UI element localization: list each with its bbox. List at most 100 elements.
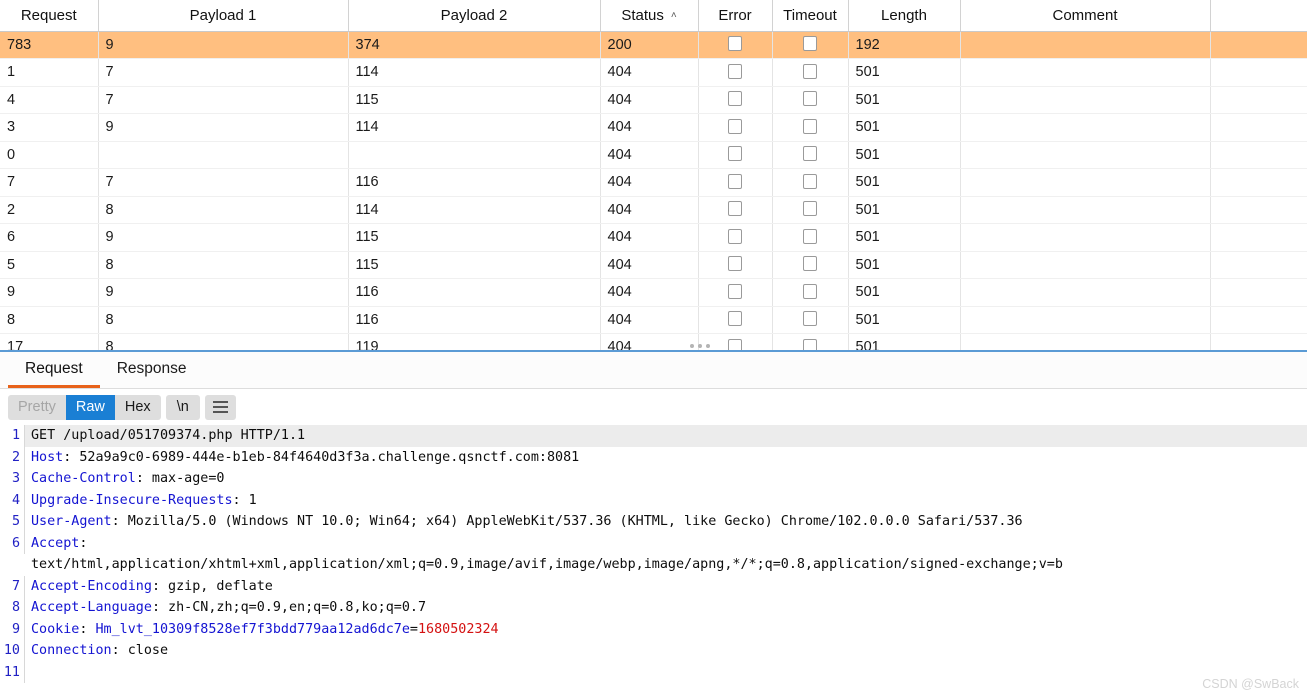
table-row[interactable]: 783 9 374 200 192	[0, 31, 1307, 59]
error-checkbox[interactable]	[728, 36, 742, 52]
timeout-checkbox[interactable]	[803, 338, 817, 350]
cell-payload2: 115	[348, 223, 601, 252]
request-line-text[interactable]: text/html,application/xhtml+xml,applicat…	[25, 554, 1307, 576]
cell-length: 501	[848, 113, 961, 142]
table-row[interactable]: 3 9 114 404 501	[0, 113, 1307, 142]
error-checkbox[interactable]	[728, 201, 742, 217]
timeout-checkbox[interactable]	[803, 146, 817, 162]
cell-error	[698, 251, 773, 279]
column-header-comment[interactable]: Comment	[960, 0, 1211, 32]
cell-comment	[960, 251, 1211, 279]
timeout-checkbox[interactable]	[803, 256, 817, 272]
table-row[interactable]: 9 9 116 404 501	[0, 278, 1307, 307]
column-header-payload-1[interactable]: Payload 1	[98, 0, 349, 32]
cell-payload1: 9	[98, 223, 349, 252]
column-header-length[interactable]: Length	[848, 0, 961, 32]
request-line-text[interactable]: Accept:	[25, 533, 1307, 555]
request-line-text[interactable]: Accept-Language: zh-CN,zh;q=0.9,en;q=0.8…	[25, 597, 1307, 619]
newline-toggle-button[interactable]: \n	[165, 394, 200, 420]
error-checkbox[interactable]	[728, 256, 742, 272]
cell-spacer	[1210, 58, 1307, 87]
menu-bar-line	[212, 406, 228, 408]
table-row[interactable]: 5 8 115 404 501	[0, 251, 1307, 279]
request-line: 7 Accept-Encoding: gzip, deflate	[0, 575, 1307, 598]
column-header-error[interactable]: Error	[698, 0, 773, 32]
error-checkbox[interactable]	[728, 146, 742, 162]
cell-comment	[960, 168, 1211, 197]
cell-spacer	[1210, 141, 1307, 169]
pane-splitter-handle[interactable]	[690, 344, 710, 348]
tab-response[interactable]: Response	[100, 352, 204, 388]
request-line-text[interactable]: Upgrade-Insecure-Requests: 1	[25, 490, 1307, 512]
error-checkbox[interactable]	[728, 118, 742, 134]
cell-status: 404	[600, 251, 699, 279]
code-segment-header: Connection	[31, 643, 112, 658]
attack-results-pane: Request Payload 1 Payload 2 Status ˄ Error Tim…	[0, 0, 1307, 352]
request-line-text[interactable]: GET /upload/051709374.php HTTP/1.1	[25, 425, 1307, 447]
tab-request[interactable]: Request	[8, 352, 100, 388]
error-checkbox[interactable]	[728, 311, 742, 327]
results-header-row: Request Payload 1 Payload 2 Status ˄ Error Tim…	[0, 0, 1307, 32]
table-row[interactable]: 8 8 116 404 501	[0, 306, 1307, 334]
request-line-text[interactable]: Accept-Encoding: gzip, deflate	[25, 576, 1307, 598]
error-checkbox[interactable]	[728, 91, 742, 107]
cell-status: 404	[600, 113, 699, 142]
timeout-checkbox[interactable]	[803, 173, 817, 189]
request-line-text[interactable]	[25, 662, 1307, 684]
table-row[interactable]: 7 7 116 404 501	[0, 168, 1307, 197]
request-line-text[interactable]: Connection: close	[25, 640, 1307, 662]
request-message-editor[interactable]: 1 GET /upload/051709374.php HTTP/1.1 2 Host…	[0, 425, 1307, 696]
error-checkbox[interactable]	[728, 338, 742, 350]
cell-error	[698, 196, 773, 224]
timeout-checkbox[interactable]	[803, 91, 817, 107]
cell-error	[698, 31, 773, 59]
timeout-checkbox[interactable]	[803, 228, 817, 244]
table-row[interactable]: 0 404 501	[0, 141, 1307, 169]
request-line-text[interactable]: Host: 52a9a9c0-6989-444e-b1eb-84f4640d3f…	[25, 447, 1307, 469]
column-header-payload-2[interactable]: Payload 2	[348, 0, 601, 32]
cell-timeout	[772, 141, 849, 169]
request-line: 2 Host: 52a9a9c0-6989-444e-b1eb-84f4640d3…	[0, 446, 1307, 469]
cell-payload2: 114	[348, 113, 601, 142]
timeout-checkbox[interactable]	[803, 118, 817, 134]
column-header-timeout[interactable]: Timeout	[772, 0, 849, 32]
code-segment-header: Upgrade-Insecure-Requests	[31, 492, 233, 508]
column-header-status[interactable]: Status ˄	[600, 0, 699, 32]
timeout-checkbox[interactable]	[803, 283, 817, 299]
table-row[interactable]: 6 9 115 404 501	[0, 223, 1307, 252]
timeout-checkbox[interactable]	[803, 36, 817, 52]
cell-request: 7	[0, 168, 99, 197]
view-mode-segmented-control: Pretty Raw Hex	[8, 394, 161, 420]
error-checkbox[interactable]	[728, 228, 742, 244]
table-row[interactable]: 17 8 119 404 501	[0, 333, 1307, 350]
cell-error	[698, 278, 773, 307]
table-row[interactable]: 1 7 114 404 501	[0, 58, 1307, 87]
error-checkbox[interactable]	[728, 283, 742, 299]
cell-length: 501	[848, 141, 961, 169]
code-segment-plain: GET /upload/051709374.php HTTP/1.1	[31, 428, 306, 443]
view-mode-raw-button[interactable]: Raw	[65, 394, 115, 420]
cell-status: 404	[600, 306, 699, 334]
timeout-checkbox[interactable]	[803, 201, 817, 217]
view-mode-hex-button[interactable]: Hex	[114, 394, 161, 420]
cell-payload2: 114	[348, 58, 601, 87]
attack-results-table: Request Payload 1 Payload 2 Status ˄ Error Tim…	[0, 0, 1307, 350]
cell-status: 404	[600, 58, 699, 87]
view-mode-pretty-button[interactable]: Pretty	[8, 394, 66, 420]
request-line-text[interactable]: Cache-Control: max-age=0	[25, 468, 1307, 490]
timeout-checkbox[interactable]	[803, 63, 817, 79]
request-line-text[interactable]: Cookie: Hm_lvt_10309f8528ef7f3bdd779aa12…	[25, 619, 1307, 641]
request-line-text[interactable]: User-Agent: Mozilla/5.0 (Windows NT 10.0…	[25, 511, 1307, 533]
table-row[interactable]: 4 7 115 404 501	[0, 86, 1307, 114]
cell-comment	[960, 31, 1211, 59]
column-header-label: Payload 2	[440, 6, 508, 24]
column-header-request[interactable]: Request	[0, 0, 99, 32]
hamburger-menu-icon[interactable]	[204, 394, 236, 420]
cell-status: 404	[600, 141, 699, 169]
error-checkbox[interactable]	[728, 63, 742, 79]
error-checkbox[interactable]	[728, 173, 742, 189]
cell-comment	[960, 306, 1211, 334]
table-row[interactable]: 2 8 114 404 501	[0, 196, 1307, 224]
cell-comment	[960, 333, 1211, 350]
timeout-checkbox[interactable]	[803, 311, 817, 327]
